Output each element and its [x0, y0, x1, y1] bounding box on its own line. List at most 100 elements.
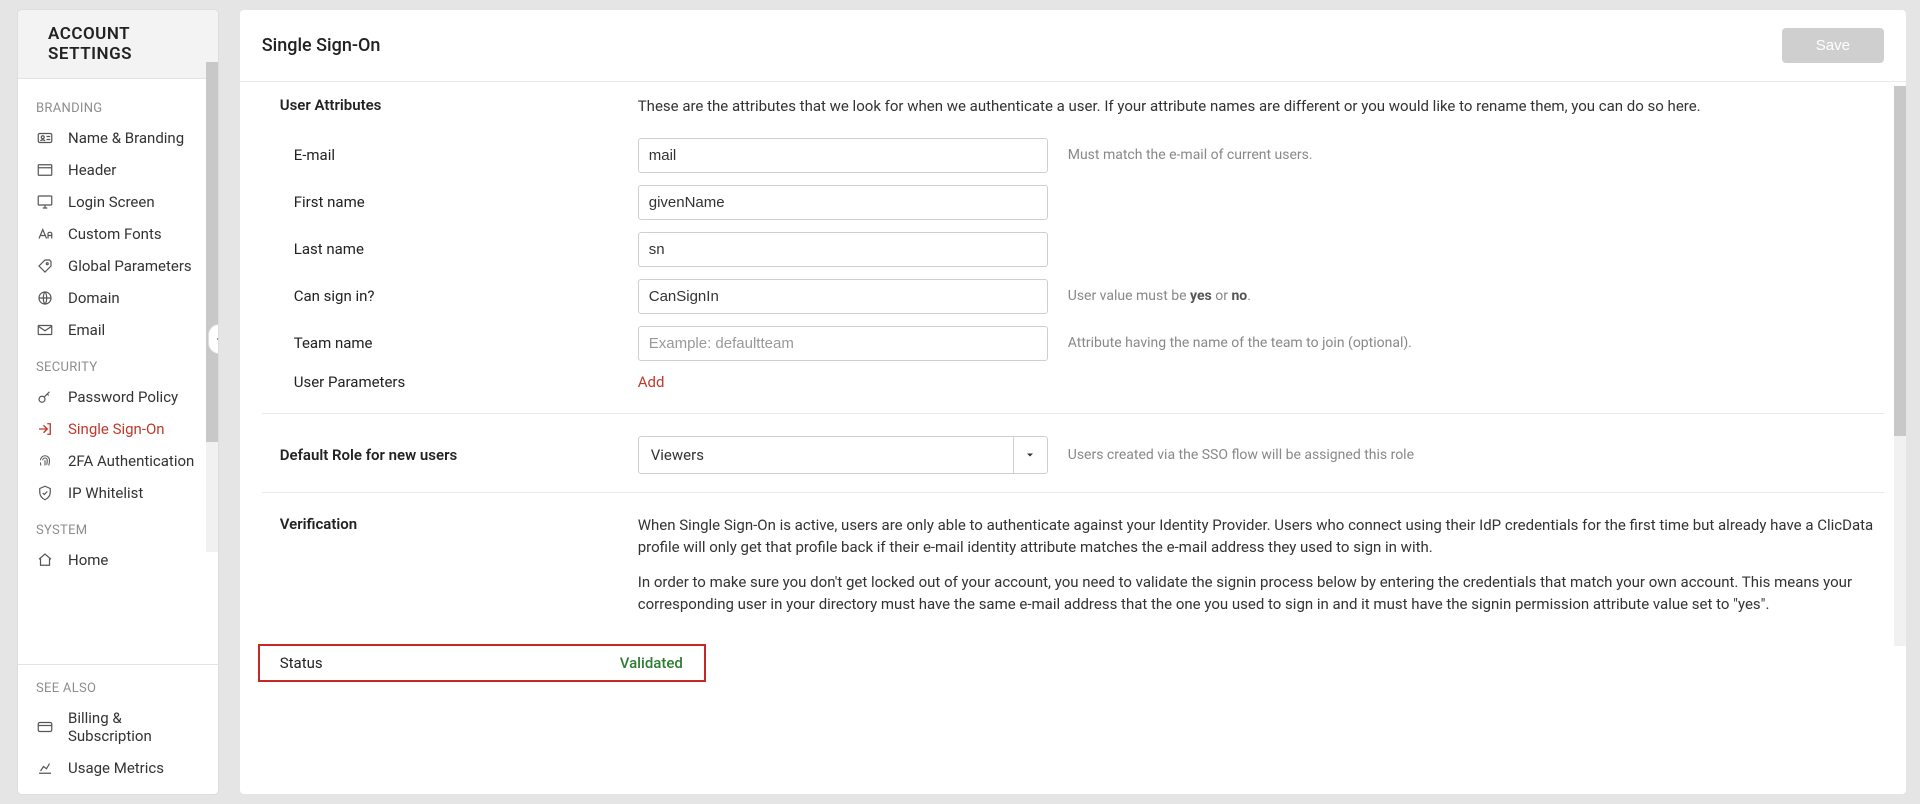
id-card-icon [36, 129, 54, 147]
key-icon [36, 388, 54, 406]
sidebar-item-header[interactable]: Header [18, 154, 218, 186]
group-see-also: SEE ALSO [18, 671, 218, 702]
team-input[interactable] [638, 326, 1048, 361]
default-role-value: Viewers [639, 446, 1013, 464]
sidebar-item-label: Name & Branding [68, 129, 184, 147]
sidebar-item-label: Email [68, 321, 105, 339]
sidebar-item-label: Billing & Subscription [68, 709, 200, 745]
lastname-label: Last name [262, 240, 622, 258]
main-scrollbar-thumb[interactable] [1894, 86, 1906, 436]
section-verification: Verification When Single Sign-On is acti… [262, 497, 1884, 644]
status-label: Status [260, 654, 620, 672]
sidebar-item-global-params[interactable]: Global Parameters [18, 250, 218, 282]
verification-text: When Single Sign-On is active, users are… [638, 515, 1884, 630]
user-params-label: User Parameters [262, 373, 622, 391]
verification-heading: Verification [262, 515, 622, 630]
envelope-icon [36, 321, 54, 339]
firstname-input[interactable] [638, 185, 1048, 220]
status-value: Validated [620, 654, 704, 672]
sidebar-item-label: Usage Metrics [68, 759, 164, 777]
group-system: SYSTEM [18, 509, 218, 544]
sidebar-item-usage-metrics[interactable]: Usage Metrics [18, 752, 218, 784]
user-attributes-description: These are the attributes that we look fo… [638, 96, 1884, 118]
sidebar-item-email[interactable]: Email [18, 314, 218, 346]
sidebar-item-label: Global Parameters [68, 257, 192, 275]
default-role-select[interactable]: Viewers [638, 436, 1048, 474]
sidebar-item-2fa[interactable]: 2FA Authentication [18, 445, 218, 477]
main-content[interactable]: User Attributes These are the attributes… [240, 82, 1906, 794]
user-attributes-heading: User Attributes [262, 96, 622, 118]
row-lastname: Last name [262, 226, 1884, 273]
chevron-down-icon [1013, 437, 1047, 473]
sidebar-item-password-policy[interactable]: Password Policy [18, 381, 218, 413]
row-cansignin: Can sign in? User value must be yes or n… [262, 273, 1884, 320]
sidebar-footer: SEE ALSO Billing & Subscription Usage Me… [18, 664, 218, 794]
default-role-label: Default Role for new users [262, 446, 622, 464]
sidebar-item-label: Password Policy [68, 388, 178, 406]
sidebar-item-label: Login Screen [68, 193, 155, 211]
sidebar-item-billing[interactable]: Billing & Subscription [18, 702, 218, 752]
sidebar-scroll[interactable]: BRANDING Name & Branding Header Login Sc… [18, 79, 218, 664]
sidebar-item-ip-whitelist[interactable]: IP Whitelist [18, 477, 218, 509]
home-icon [36, 551, 54, 569]
section-default-role: Default Role for new users Viewers Users… [262, 418, 1884, 493]
team-label: Team name [262, 334, 622, 352]
lastname-input[interactable] [638, 232, 1048, 267]
main-header: Single Sign-On Save [240, 10, 1906, 82]
sidebar: ACCOUNT SETTINGS BRANDING Name & Brandin… [18, 10, 218, 794]
default-role-hint: Users created via the SSO flow will be a… [1064, 447, 1884, 463]
cansignin-label: Can sign in? [262, 287, 622, 305]
sidebar-header: ACCOUNT SETTINGS [18, 10, 218, 79]
font-icon [36, 225, 54, 243]
globe-icon [36, 289, 54, 307]
row-user-params: User Parameters Add [262, 367, 1884, 414]
sidebar-title: ACCOUNT SETTINGS [48, 24, 200, 64]
firstname-label: First name [262, 193, 622, 211]
chart-icon [36, 759, 54, 777]
layout-header-icon [36, 161, 54, 179]
verification-p1: When Single Sign-On is active, users are… [638, 515, 1884, 559]
user-params-add-link[interactable]: Add [638, 373, 665, 391]
fingerprint-icon [36, 452, 54, 470]
row-team: Team name Attribute having the name of t… [262, 320, 1884, 367]
sidebar-item-label: Single Sign-On [68, 420, 165, 438]
page-title: Single Sign-On [262, 35, 381, 56]
row-firstname: First name [262, 179, 1884, 226]
cansignin-hint-prefix: User value must be [1068, 288, 1190, 304]
cansignin-hint-no: no [1231, 288, 1247, 304]
sidebar-item-sso[interactable]: Single Sign-On [18, 413, 218, 445]
monitor-icon [36, 193, 54, 211]
verification-p2: In order to make sure you don't get lock… [638, 572, 1884, 616]
email-input[interactable] [638, 138, 1048, 173]
group-security: SECURITY [18, 346, 218, 381]
sidebar-item-label: Header [68, 161, 116, 179]
sidebar-item-login-screen[interactable]: Login Screen [18, 186, 218, 218]
email-label: E-mail [262, 146, 622, 164]
sidebar-item-home[interactable]: Home [18, 544, 218, 576]
cansignin-hint: User value must be yes or no. [1064, 288, 1884, 304]
sidebar-item-name-branding[interactable]: Name & Branding [18, 122, 218, 154]
sidebar-scrollbar-thumb[interactable] [206, 62, 218, 442]
cansignin-hint-yes: yes [1190, 288, 1212, 304]
cansignin-hint-or: or [1212, 288, 1232, 304]
sidebar-item-domain[interactable]: Domain [18, 282, 218, 314]
sidebar-item-label: Domain [68, 289, 120, 307]
sidebar-item-label: Custom Fonts [68, 225, 162, 243]
sidebar-item-label: IP Whitelist [68, 484, 143, 502]
section-user-attributes: User Attributes These are the attributes… [262, 82, 1884, 132]
row-email: E-mail Must match the e-mail of current … [262, 132, 1884, 179]
team-hint: Attribute having the name of the team to… [1064, 335, 1884, 351]
group-branding: BRANDING [18, 87, 218, 122]
sidebar-item-label: 2FA Authentication [68, 452, 194, 470]
status-row: Status Validated [258, 644, 706, 682]
save-button[interactable]: Save [1782, 28, 1884, 63]
credit-card-icon [36, 718, 54, 736]
cansignin-hint-suffix: . [1247, 288, 1251, 304]
sidebar-item-custom-fonts[interactable]: Custom Fonts [18, 218, 218, 250]
cansignin-input[interactable] [638, 279, 1048, 314]
shield-check-icon [36, 484, 54, 502]
main-panel: Single Sign-On Save User Attributes Thes… [240, 10, 1906, 794]
login-icon [36, 420, 54, 438]
sidebar-collapse-handle[interactable] [208, 324, 218, 354]
sidebar-item-label: Home [68, 551, 108, 569]
